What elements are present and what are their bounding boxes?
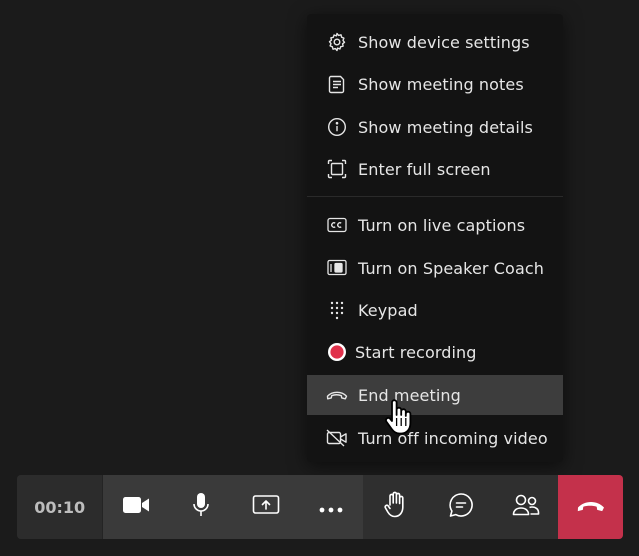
menu-item-label: Start recording [355, 342, 477, 362]
more-icon [319, 498, 343, 517]
menu-item-label: Turn on Speaker Coach [358, 258, 544, 278]
info-icon [326, 116, 348, 138]
microphone-button[interactable] [168, 475, 233, 539]
menu-item-turn-on-speaker-coach[interactable]: Turn on Speaker Coach [307, 248, 563, 288]
people-icon [512, 493, 540, 521]
menu-divider [307, 196, 563, 197]
menu-item-end-meeting[interactable]: End meeting [307, 375, 563, 415]
menu-item-turn-off-incoming-video[interactable]: Turn off incoming video [307, 418, 563, 458]
meeting-stage: Show device settings Show meeting notes … [0, 0, 639, 556]
menu-item-label: Turn on live captions [358, 215, 526, 235]
phone-hangup-icon [577, 498, 605, 517]
menu-item-label: Show meeting notes [358, 74, 524, 94]
menu-item-label: Enter full screen [358, 159, 491, 179]
menu-item-show-meeting-notes[interactable]: Show meeting notes [307, 64, 563, 104]
menu-item-label: Turn off incoming video [358, 428, 548, 448]
menu-item-label: Keypad [358, 300, 418, 320]
leave-button[interactable] [558, 475, 623, 539]
keypad-icon [326, 299, 348, 321]
microphone-icon [192, 492, 210, 522]
phone-hangup-icon [326, 384, 348, 406]
raise-hand-icon [384, 491, 408, 523]
people-button[interactable] [493, 475, 558, 539]
gear-icon [326, 31, 348, 53]
menu-item-label: Show device settings [358, 32, 530, 52]
meeting-toolbar: 00:10 [17, 475, 623, 539]
meeting-timer: 00:10 [17, 475, 104, 539]
captions-icon [326, 214, 348, 236]
record-icon [326, 341, 348, 363]
menu-item-label: Show meeting details [358, 117, 533, 137]
share-screen-icon [252, 494, 280, 520]
menu-item-show-meeting-details[interactable]: Show meeting details [307, 107, 563, 147]
video-off-icon [326, 427, 348, 449]
toolbar-social [363, 475, 559, 539]
chat-icon [448, 492, 474, 522]
raise-hand-button[interactable] [363, 475, 428, 539]
chat-button[interactable] [428, 475, 493, 539]
menu-item-show-device-settings[interactable]: Show device settings [307, 22, 563, 62]
menu-item-enter-full-screen[interactable]: Enter full screen [307, 149, 563, 189]
menu-item-turn-on-live-captions[interactable]: Turn on live captions [307, 205, 563, 245]
menu-item-label: End meeting [358, 385, 461, 405]
menu-item-keypad[interactable]: Keypad [307, 290, 563, 330]
notes-icon [326, 73, 348, 95]
more-options-button[interactable] [298, 475, 363, 539]
speaker-coach-icon [326, 257, 348, 279]
share-screen-button[interactable] [233, 475, 298, 539]
menu-item-start-recording[interactable]: Start recording [307, 332, 563, 372]
fullscreen-icon [326, 158, 348, 180]
camera-button[interactable] [103, 475, 168, 539]
toolbar-controls [103, 475, 364, 539]
camera-icon [122, 495, 150, 519]
more-options-menu: Show device settings Show meeting notes … [307, 14, 563, 462]
